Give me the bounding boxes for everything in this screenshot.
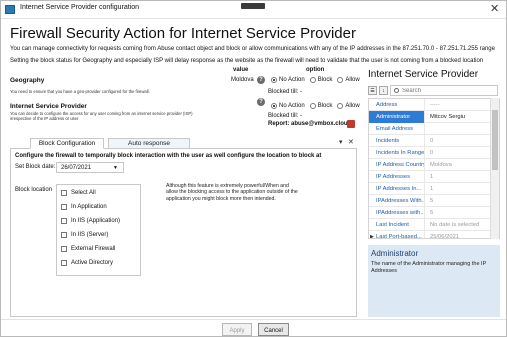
geography-value: Moldova <box>231 77 254 83</box>
search-icon <box>394 88 399 93</box>
location-in-iis-application[interactable]: In IIS (Application) <box>61 218 120 224</box>
property-row[interactable]: IPAddresses with... 5 <box>369 207 499 219</box>
help-icon[interactable]: ? <box>257 76 265 84</box>
geography-help: You need to ensure that you have a geo-p… <box>10 89 150 94</box>
option-column-header: option <box>306 67 325 73</box>
property-row[interactable]: IP Address Country Moldova <box>369 159 499 171</box>
radio-block[interactable] <box>309 77 316 83</box>
radio-no-action[interactable] <box>271 103 277 109</box>
isp-radio-group: No Action Block Allow <box>271 103 363 109</box>
geography-label: Geography <box>10 77 45 84</box>
value-column-header: value <box>233 67 249 73</box>
property-row[interactable]: ▶ Last Port-based... 25/06/2021 <box>369 231 499 238</box>
property-row[interactable]: IP Addresses In... 1 <box>369 183 499 195</box>
close-icon[interactable]: ✕ <box>490 2 499 16</box>
checkbox[interactable] <box>61 260 67 266</box>
location-external-firewall[interactable]: External Firewall <box>61 246 115 252</box>
isp-blocked-till: Blocked till: - <box>268 113 303 119</box>
app-icon <box>5 5 15 14</box>
property-row[interactable]: IPAddresses With... 5 <box>369 195 499 207</box>
property-grid: Address ----- Administrator Mitcov Sergiu … <box>368 98 500 239</box>
location-in-iis-server[interactable]: In IIS (Server) <box>61 232 108 238</box>
apply-button[interactable]: Apply <box>222 323 252 336</box>
location-select-all[interactable]: Select All <box>61 190 96 196</box>
tab-menu-icon[interactable]: ▾ <box>339 138 343 146</box>
footer-bar: Apply Cancel <box>1 319 506 336</box>
categorized-view-icon[interactable]: ☰ <box>368 86 377 95</box>
checkbox[interactable] <box>61 190 67 196</box>
property-search[interactable] <box>390 85 498 96</box>
title-bar: Internet Service Provider configuration … <box>1 1 506 19</box>
geography-blocked-till: Blocked till: - <box>268 89 303 95</box>
location-active-directory[interactable]: Active Directory <box>61 260 113 266</box>
property-row[interactable]: Incidents In Range 0 <box>369 147 499 159</box>
block-configuration-body: Configure the firewall to temporally blo… <box>10 149 357 317</box>
property-row[interactable]: IP Addresses 1 <box>369 171 499 183</box>
checkbox[interactable] <box>61 204 67 210</box>
radio-allow[interactable] <box>337 103 344 109</box>
pdf-icon[interactable] <box>347 120 355 128</box>
property-toolbar: ☰ ↕ <box>368 85 500 97</box>
set-block-date-label: Set Block date: <box>15 164 56 170</box>
cancel-button[interactable]: Cancel <box>258 323 289 336</box>
checkbox[interactable] <box>61 218 67 224</box>
radio-block[interactable] <box>309 103 316 109</box>
tab-strip: Block Configuration Auto response ▾ ✕ <box>10 137 357 149</box>
checkbox[interactable] <box>61 232 67 238</box>
block-date-picker[interactable]: 26/07/2021 ▼ <box>56 162 124 173</box>
drag-handle[interactable] <box>241 3 265 9</box>
radio-allow[interactable] <box>337 77 344 83</box>
window-title: Internet Service Provider configuration <box>20 4 140 11</box>
tab-block-configuration[interactable]: Block Configuration <box>30 138 104 149</box>
description-text: The name of the Administrator managing t… <box>371 261 487 274</box>
block-location-list: Select All In Application In IIS (Applic… <box>56 184 141 276</box>
property-scrollbar[interactable] <box>490 98 499 239</box>
search-input[interactable] <box>402 87 494 95</box>
block-warning-note: Although this feature is extremely power… <box>166 183 298 202</box>
tab-close-icon[interactable]: ✕ <box>348 138 354 146</box>
property-row[interactable]: Address ----- <box>369 99 499 111</box>
page-title: Firewall Security Action for Internet Se… <box>10 25 356 42</box>
configuration-window: Internet Service Provider configuration … <box>0 0 507 337</box>
scrollbar-thumb[interactable] <box>492 110 498 170</box>
isp-report-link[interactable]: Report: abuse@vmbox.cloud <box>268 121 351 127</box>
tab-auto-response[interactable]: Auto response <box>108 138 190 149</box>
isp-label: Internet Service Provider <box>10 103 87 110</box>
sort-az-icon[interactable]: ↕ <box>379 86 388 95</box>
description-title: Administrator <box>371 249 419 258</box>
property-description: Administrator The name of the Administra… <box>368 245 500 317</box>
property-row-selected[interactable]: Administrator Mitcov Sergiu <box>369 111 499 123</box>
isp-help-line-2: irrespective of the IP address or user <box>10 116 79 121</box>
property-row[interactable]: Incidents 0 <box>369 135 499 147</box>
property-row[interactable]: Email Address <box>369 123 499 135</box>
radio-no-action[interactable] <box>271 77 277 83</box>
tab-panel: Block Configuration Auto response ▾ ✕ Co… <box>10 137 357 317</box>
property-row[interactable]: Last Incident No date is selected <box>369 219 499 231</box>
block-config-title: Configure the firewall to temporally blo… <box>15 153 322 159</box>
property-panel-title: Internet Service Provider <box>368 69 479 80</box>
geography-radio-group: No Action Block Allow <box>271 77 363 83</box>
help-icon[interactable]: ? <box>257 98 265 106</box>
description-line-1: You can manage connectivity for requests… <box>10 46 495 52</box>
block-date-value: 26/07/2021 <box>61 165 92 171</box>
location-in-application[interactable]: In Application <box>61 204 107 210</box>
description-line-2: Setting the block status for Geography a… <box>10 58 484 64</box>
chevron-down-icon[interactable]: ▼ <box>113 165 118 171</box>
checkbox[interactable] <box>61 246 67 252</box>
block-location-label: Block location <box>15 187 53 193</box>
